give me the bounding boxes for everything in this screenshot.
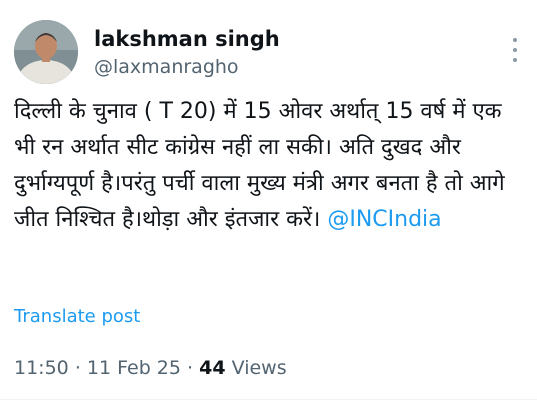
views-count[interactable]: 44 (199, 357, 225, 379)
meta-separator: · (187, 357, 194, 379)
tweet-header: lakshman singh @laxmanragho (14, 16, 524, 84)
tweet-date[interactable]: 11 Feb 25 (87, 357, 181, 379)
tweet-time[interactable]: 11:50 (14, 357, 69, 379)
more-options-icon[interactable] (508, 38, 522, 62)
mention-link[interactable]: @INCIndia (327, 207, 441, 232)
divider (0, 399, 537, 400)
meta-separator: · (74, 357, 81, 379)
translate-post-link[interactable]: Translate post (14, 306, 140, 327)
dot-icon (513, 38, 517, 42)
tweet-body: दिल्ली के चुनाव ( T 20) में 15 ओवर अर्था… (14, 94, 519, 238)
author-display-name[interactable]: lakshman singh (94, 26, 280, 52)
user-avatar[interactable] (14, 20, 78, 84)
author-handle[interactable]: @laxmanragho (94, 54, 280, 80)
author-info: lakshman singh @laxmanragho (94, 26, 280, 80)
tweet-meta: 11:50 · 11 Feb 25 · 44 Views (14, 354, 287, 382)
dot-icon (513, 48, 517, 52)
avatar-image (14, 20, 78, 84)
views-label: Views (231, 357, 287, 379)
dot-icon (513, 58, 517, 62)
